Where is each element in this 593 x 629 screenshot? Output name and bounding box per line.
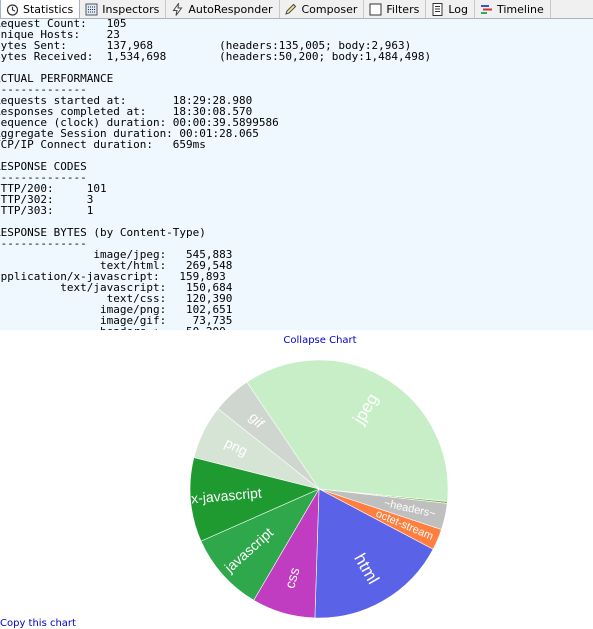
tab-log[interactable]: Log (426, 0, 475, 18)
tab-label: Statistics (23, 2, 74, 16)
statistics-text-panel[interactable]: Request Count: 105 Unique Hosts: 23 Byte… (0, 19, 593, 330)
checkbox-icon (368, 2, 382, 16)
tab-label: Log (448, 2, 468, 16)
lightning-icon (170, 2, 184, 16)
tab-label: AutoResponder (188, 2, 273, 16)
response-bytes-pie-chart: jpeg~headers~octet-streamhtmlcssjavascri… (189, 359, 449, 619)
tab-label: Timeline (497, 2, 544, 16)
timeline-icon (479, 2, 493, 16)
inspectors-icon (84, 2, 98, 16)
document-icon (430, 2, 444, 16)
tab-composer[interactable]: Composer (280, 0, 365, 18)
tab-label: Composer (301, 2, 358, 16)
tab-inspectors[interactable]: Inspectors (80, 0, 167, 18)
tab-autoresponder[interactable]: AutoResponder (166, 0, 280, 18)
statistics-report-text: Request Count: 105 Unique Hosts: 23 Byte… (0, 19, 432, 330)
tab-statistics[interactable]: Statistics (0, 0, 81, 18)
stopwatch-icon (5, 2, 19, 16)
collapse-chart-link[interactable]: Collapse Chart (0, 335, 593, 346)
pencil-icon (284, 2, 298, 16)
tab-strip: Statistics Inspectors AutoResponder Comp… (0, 0, 593, 19)
tab-label: Filters (386, 2, 420, 16)
tab-label: Inspectors (102, 2, 160, 16)
tab-timeline[interactable]: Timeline (475, 0, 551, 18)
tab-filters[interactable]: Filters (364, 0, 427, 18)
copy-chart-link[interactable]: Copy this chart (0, 618, 76, 629)
